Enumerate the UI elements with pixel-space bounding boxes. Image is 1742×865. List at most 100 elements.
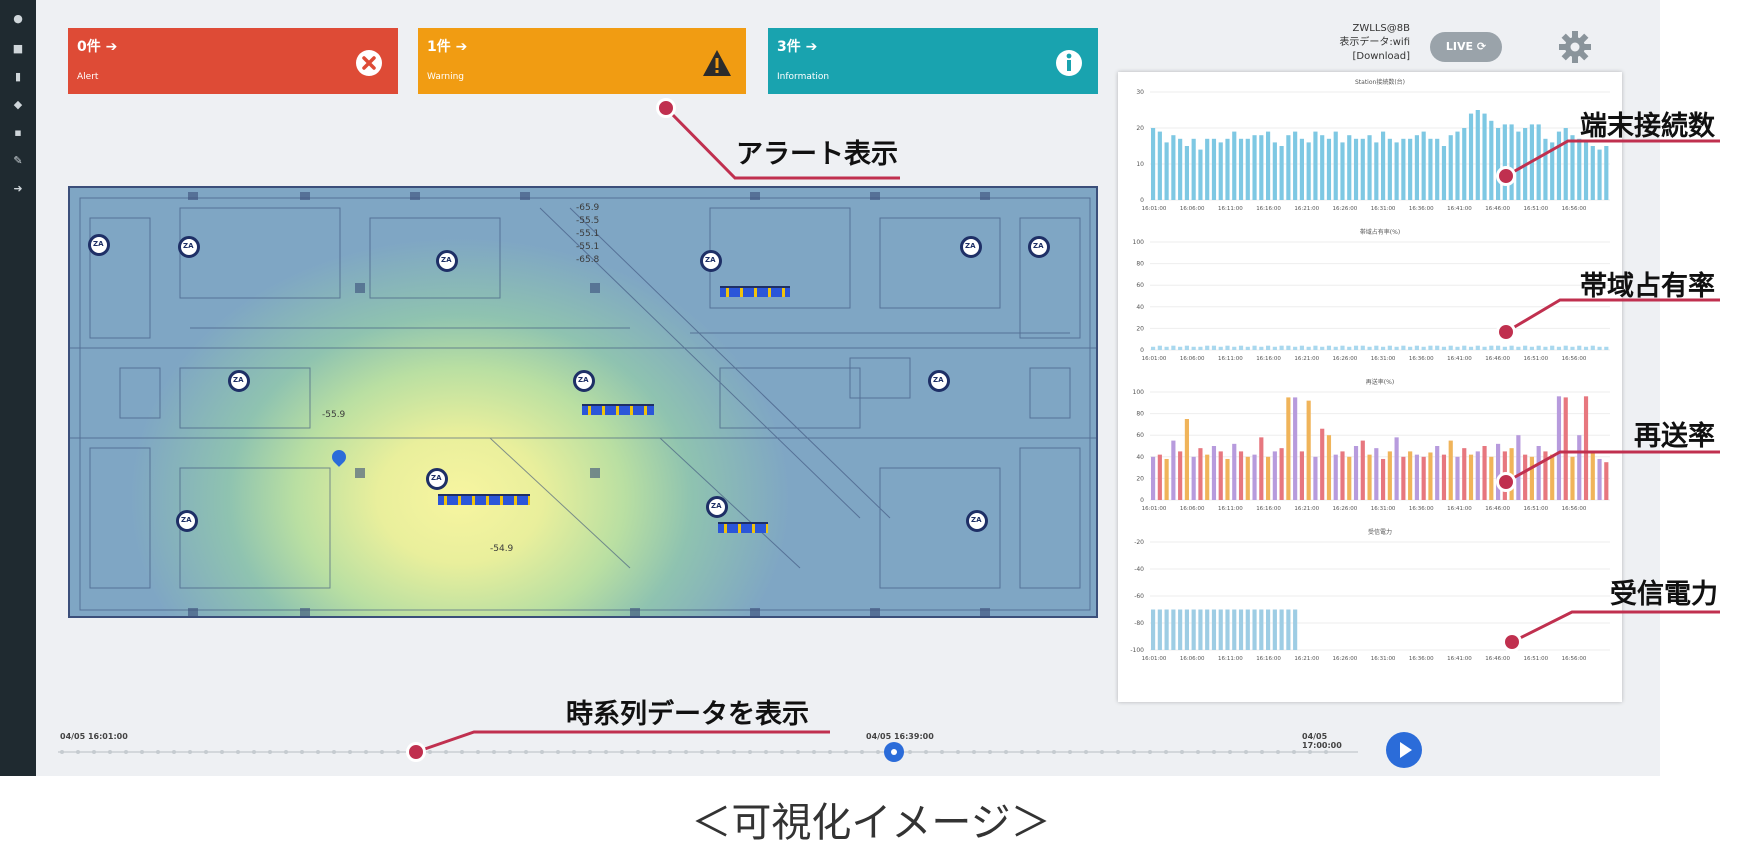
access-point-marker[interactable]: ZA — [928, 370, 950, 392]
timeline-tick[interactable] — [1180, 750, 1184, 754]
timeline-tick[interactable] — [508, 750, 512, 754]
access-point-marker[interactable]: ZA — [706, 496, 728, 518]
timeline-tick[interactable] — [1324, 750, 1328, 754]
access-point-marker[interactable]: ZA — [700, 250, 722, 272]
timeline-tick[interactable] — [940, 750, 944, 754]
timeline-tick[interactable] — [1244, 750, 1248, 754]
timeline-tick[interactable] — [1212, 750, 1216, 754]
timeline-tick[interactable] — [524, 750, 528, 754]
heatmap-floor-plan[interactable]: -65.9 -55.5 -55.1 -55.1 -65.8 -55.9 -54.… — [68, 186, 1098, 618]
timeline-tick[interactable] — [812, 750, 816, 754]
dashboard-icon[interactable]: ● — [11, 12, 25, 26]
timeline-tick[interactable] — [492, 750, 496, 754]
access-point-marker[interactable]: ZA — [176, 510, 198, 532]
timeline-tick[interactable] — [908, 750, 912, 754]
timeline-tick[interactable] — [252, 750, 256, 754]
warning-card[interactable]: 1件 ➔ Warning — [418, 28, 746, 94]
access-point-marker[interactable]: ZA — [88, 234, 110, 256]
timeline-tick[interactable] — [1196, 750, 1200, 754]
timeline-track[interactable] — [58, 730, 1358, 770]
timeline-tick[interactable] — [1164, 750, 1168, 754]
wrench-icon[interactable]: ✎ — [11, 154, 25, 168]
timeline-tick[interactable] — [748, 750, 752, 754]
timeline-tick[interactable] — [428, 750, 432, 754]
timeline-tick[interactable] — [1116, 750, 1120, 754]
timeline-tick[interactable] — [956, 750, 960, 754]
timeline-tick[interactable] — [540, 750, 544, 754]
access-point-marker[interactable]: ZA — [1028, 236, 1050, 258]
timeline-tick[interactable] — [284, 750, 288, 754]
access-point-marker[interactable]: ZA — [228, 370, 250, 392]
timeline-slider[interactable]: 04/05 16:01:00 04/05 16:39:00 04/05 17:0… — [58, 730, 1358, 770]
timeline-tick[interactable] — [556, 750, 560, 754]
timeline-tick[interactable] — [476, 750, 480, 754]
timeline-tick[interactable] — [444, 750, 448, 754]
timeline-tick[interactable] — [1308, 750, 1312, 754]
access-point-marker[interactable]: ZA — [966, 510, 988, 532]
timeline-tick[interactable] — [188, 750, 192, 754]
timeline-tick[interactable] — [348, 750, 352, 754]
timeline-tick[interactable] — [1132, 750, 1136, 754]
timeline-tick[interactable] — [924, 750, 928, 754]
timeline-tick[interactable] — [204, 750, 208, 754]
timeline-tick[interactable] — [316, 750, 320, 754]
download-link[interactable]: [Download] — [1295, 50, 1410, 64]
tag-icon[interactable]: ◆ — [11, 98, 25, 112]
timeline-tick[interactable] — [332, 750, 336, 754]
timeline-tick[interactable] — [1068, 750, 1072, 754]
timeline-tick[interactable] — [876, 750, 880, 754]
timeline-tick[interactable] — [732, 750, 736, 754]
access-point-selected[interactable]: ZA — [426, 468, 448, 490]
timeline-tick[interactable] — [1100, 750, 1104, 754]
timeline-tick[interactable] — [636, 750, 640, 754]
timeline-tick[interactable] — [76, 750, 80, 754]
play-button[interactable] — [1386, 732, 1422, 768]
access-point-marker[interactable]: ZA — [436, 250, 458, 272]
timeline-tick[interactable] — [156, 750, 160, 754]
timeline-tick[interactable] — [780, 750, 784, 754]
timeline-tick[interactable] — [652, 750, 656, 754]
timeline-tick[interactable] — [396, 750, 400, 754]
alert-card[interactable]: 0件 ➔ Alert — [68, 28, 398, 94]
information-card[interactable]: 3件 ➔ Information — [768, 28, 1098, 94]
timeline-tick[interactable] — [1036, 750, 1040, 754]
timeline-tick[interactable] — [588, 750, 592, 754]
access-point-marker[interactable]: ZA — [178, 236, 200, 258]
timeline-tick[interactable] — [1260, 750, 1264, 754]
timeline-tick[interactable] — [1228, 750, 1232, 754]
timeline-tick[interactable] — [220, 750, 224, 754]
timeline-tick[interactable] — [668, 750, 672, 754]
timeline-tick[interactable] — [684, 750, 688, 754]
logout-icon[interactable]: ➜ — [11, 182, 25, 196]
timeline-tick[interactable] — [764, 750, 768, 754]
timeline-tick[interactable] — [364, 750, 368, 754]
timeline-tick[interactable] — [124, 750, 128, 754]
timeline-tick[interactable] — [988, 750, 992, 754]
timeline-tick[interactable] — [972, 750, 976, 754]
gear-icon[interactable] — [1558, 30, 1592, 64]
timeline-tick[interactable] — [828, 750, 832, 754]
timeline-tick[interactable] — [844, 750, 848, 754]
chart-icon[interactable]: ▮ — [11, 70, 25, 84]
timeline-tick[interactable] — [108, 750, 112, 754]
timeline-tick[interactable] — [620, 750, 624, 754]
live-button[interactable]: LIVE ⟳ — [1430, 32, 1502, 62]
list-icon[interactable]: ■ — [11, 42, 25, 56]
timeline-tick[interactable] — [1292, 750, 1296, 754]
timeline-tick[interactable] — [796, 750, 800, 754]
timeline-tick[interactable] — [172, 750, 176, 754]
timeline-tick[interactable] — [92, 750, 96, 754]
timeline-tick[interactable] — [860, 750, 864, 754]
timeline-tick[interactable] — [460, 750, 464, 754]
timeline-tick[interactable] — [236, 750, 240, 754]
timeline-tick[interactable] — [716, 750, 720, 754]
timeline-tick[interactable] — [1084, 750, 1088, 754]
timeline-tick[interactable] — [572, 750, 576, 754]
document-icon[interactable]: ▪ — [11, 126, 25, 140]
timeline-tick[interactable] — [1020, 750, 1024, 754]
timeline-tick[interactable] — [268, 750, 272, 754]
timeline-tick[interactable] — [60, 750, 64, 754]
access-point-marker[interactable]: ZA — [573, 370, 595, 392]
timeline-tick[interactable] — [140, 750, 144, 754]
timeline-tick[interactable] — [700, 750, 704, 754]
